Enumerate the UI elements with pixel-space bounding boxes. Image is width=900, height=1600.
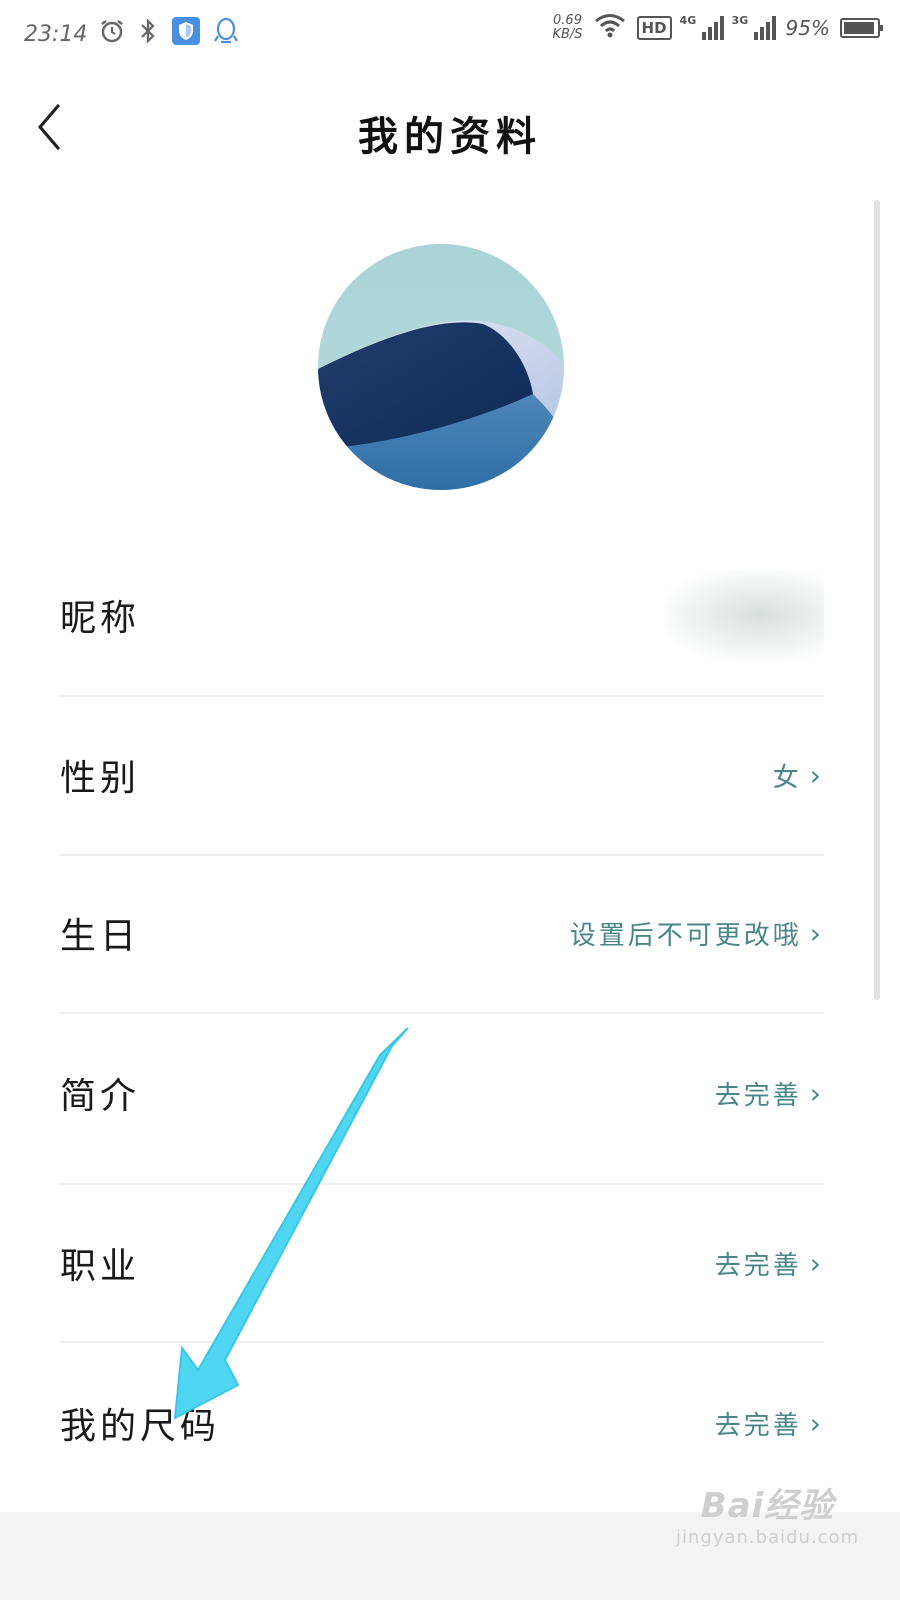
row-value: 去完善 › <box>715 1245 824 1282</box>
chevron-right-icon: › <box>809 758 824 792</box>
row-label: 生日 <box>60 916 141 957</box>
birthday-value: 设置后不可更改哦 <box>569 920 802 951</box>
size-value: 去完善 <box>714 1410 802 1441</box>
row-value: 女 › <box>773 757 824 794</box>
net-type-1: 4G <box>679 14 697 27</box>
battery-percent: 95% <box>785 16 830 40</box>
divider <box>60 854 824 856</box>
chevron-right-icon: › <box>809 1246 824 1280</box>
scrollbar[interactable] <box>874 200 880 1000</box>
gender-value: 女 <box>772 762 802 793</box>
row-label: 简介 <box>60 1076 141 1117</box>
watermark: Bai经验 jingyan.baidu.com <box>676 1478 859 1548</box>
row-value: 设置后不可更改哦 › <box>570 915 824 952</box>
watermark-sub: jingyan.baidu.com <box>676 1527 860 1548</box>
hd-badge: HD <box>636 16 672 40</box>
nickname-blurred-value <box>664 570 824 660</box>
wifi-icon <box>593 12 627 44</box>
occupation-value: 去完善 <box>714 1250 802 1281</box>
divider <box>60 1341 824 1343</box>
row-label: 性别 <box>60 758 141 799</box>
divider <box>60 695 824 697</box>
row-label: 昵称 <box>60 598 141 639</box>
intro-value: 去完善 <box>714 1080 802 1111</box>
battery-icon <box>840 18 883 38</box>
list-item-intro[interactable]: 简介 去完善 › <box>60 1058 824 1128</box>
page-title: 我的资料 <box>358 114 542 160</box>
qq-icon <box>213 16 239 52</box>
status-time: 23:14 <box>24 21 88 47</box>
speed-value: 0.69 <box>553 13 582 28</box>
signal-icon: 4G <box>679 14 724 40</box>
signal-icon: 3G <box>731 14 776 40</box>
list-item-occupation[interactable]: 职业 去完善 › <box>60 1228 824 1298</box>
row-value: 去完善 › <box>715 1405 824 1442</box>
divider <box>60 1012 824 1014</box>
chevron-right-icon: › <box>809 1406 824 1440</box>
list-item-my-size[interactable]: 我的尺码 去完善 › <box>60 1388 824 1458</box>
list-item-nickname[interactable]: 昵称 <box>60 570 824 660</box>
chevron-right-icon: › <box>809 916 824 950</box>
alarm-icon <box>99 18 125 50</box>
bluetooth-icon <box>137 18 159 50</box>
row-value: 去完善 › <box>715 1075 824 1112</box>
network-speed: 0.69 KB/S <box>552 14 582 42</box>
speed-unit: KB/S <box>552 27 583 42</box>
status-bar: 23:14 0.69 KB/S HD 4G 3G 95% <box>0 0 900 62</box>
row-label: 职业 <box>60 1246 141 1287</box>
shield-icon <box>171 16 201 52</box>
avatar-image <box>318 244 564 490</box>
list-item-birthday[interactable]: 生日 设置后不可更改哦 › <box>60 898 824 968</box>
watermark-main: Bai经验 <box>700 1486 835 1526</box>
divider <box>60 1183 824 1185</box>
avatar[interactable] <box>318 244 564 490</box>
net-type-2: 3G <box>731 14 749 27</box>
list-item-gender[interactable]: 性别 女 › <box>60 740 824 810</box>
header: 我的资料 <box>0 70 900 180</box>
chevron-right-icon: › <box>809 1076 824 1110</box>
row-label: 我的尺码 <box>60 1406 221 1447</box>
